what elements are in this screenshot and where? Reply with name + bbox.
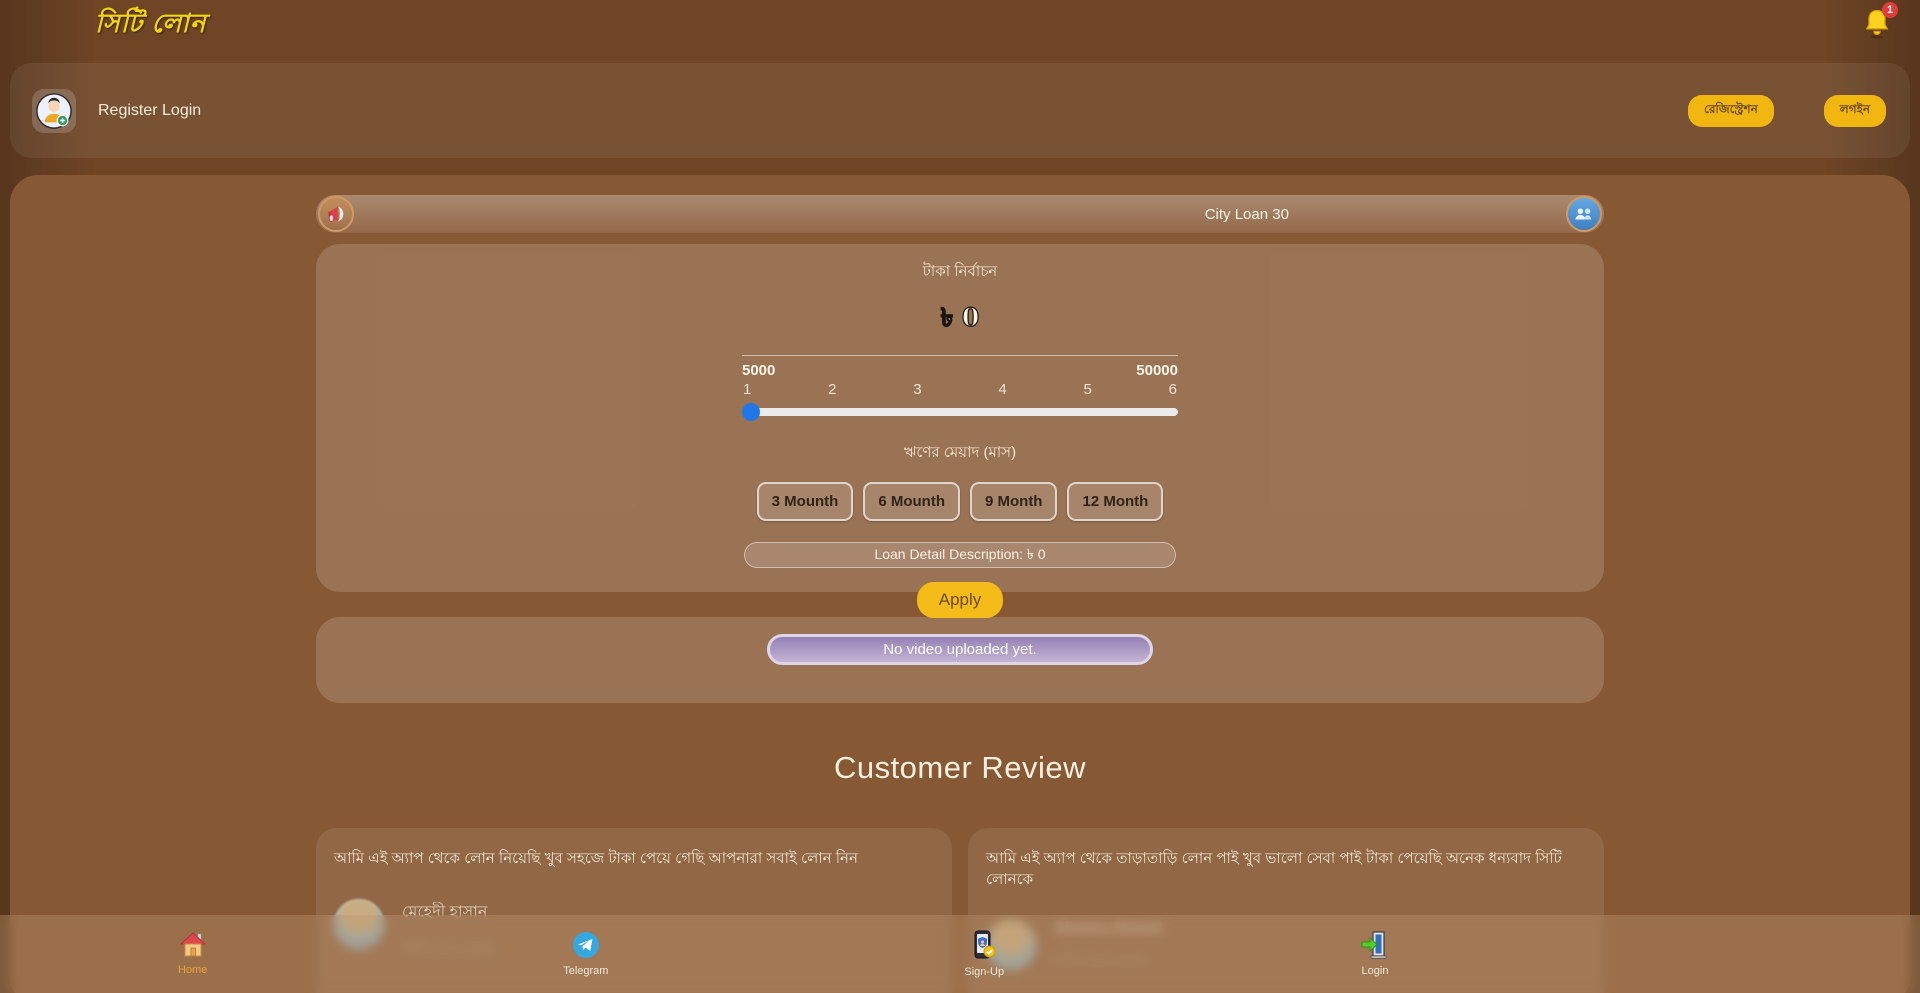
term-button-3[interactable]: 3 Mounth — [757, 482, 854, 521]
customer-review-title: Customer Review — [316, 750, 1604, 786]
nav-item-telegram[interactable]: Telegram — [563, 931, 608, 977]
step-label: 6 — [1169, 381, 1177, 398]
step-label: 4 — [998, 381, 1006, 398]
nav-item-home[interactable]: Home — [178, 932, 207, 976]
top-header: সিটি লোন 1 — [0, 0, 1920, 50]
register-login-label: Register Login — [98, 102, 201, 120]
marquee-text: City Loan 30 — [1205, 206, 1289, 223]
nav-label-home: Home — [178, 964, 207, 976]
notification-count-badge: 1 — [1882, 2, 1898, 18]
people-group-icon — [1573, 203, 1595, 225]
video-panel: No video uploaded yet. — [316, 617, 1604, 703]
amount-display: ৳ 0 — [941, 298, 980, 341]
step-label: 3 — [913, 381, 921, 398]
range-min-label: 5000 — [742, 362, 775, 379]
add-user-icon — [35, 92, 73, 130]
login-door-icon — [1360, 931, 1390, 959]
apply-button[interactable]: Apply — [917, 582, 1004, 618]
term-button-12[interactable]: 12 Month — [1067, 482, 1163, 521]
nav-item-signup[interactable]: Sign-Up — [964, 930, 1004, 978]
main-panel: City Loan 30 টাকা নির্বাচন ৳ 0 5000 — [10, 175, 1910, 993]
loan-detail-description: Loan Detail Description: ৳ 0 — [744, 542, 1176, 568]
nav-label-telegram: Telegram — [563, 965, 608, 977]
megaphone-icon — [325, 203, 347, 225]
announcement-icon-button[interactable] — [318, 196, 354, 232]
members-icon-button[interactable] — [1566, 196, 1602, 232]
step-label: 5 — [1084, 381, 1092, 398]
home-icon — [179, 932, 207, 958]
login-button[interactable]: লগইন — [1824, 95, 1886, 127]
review-text: আমি এই অ্যাপ থেকে তাড়াতাড়ি লোন পাই খুব… — [986, 848, 1586, 890]
step-labels: 1 2 3 4 5 6 — [742, 381, 1178, 398]
step-label: 1 — [743, 381, 751, 398]
register-bar: Register Login রেজিস্ট্রেশন লগইন — [10, 63, 1910, 158]
registration-button[interactable]: রেজিস্ট্রেশন — [1688, 95, 1774, 127]
bottom-nav: Home Telegram — [0, 915, 1920, 993]
range-max-label: 50000 — [1136, 362, 1178, 379]
nav-label-login: Login — [1362, 965, 1389, 977]
notice-marquee-bar: City Loan 30 — [316, 195, 1604, 233]
amount-slider[interactable] — [742, 408, 1178, 416]
register-avatar[interactable] — [32, 89, 76, 133]
notification-bell-button[interactable]: 1 — [1862, 8, 1896, 42]
loan-panel: টাকা নির্বাচন ৳ 0 5000 50000 1 2 3 4 5 6… — [316, 244, 1604, 592]
nav-label-signup: Sign-Up — [964, 966, 1004, 978]
review-text: আমি এই অ্যাপ থেকে লোন নিয়েছি খুব সহজে ট… — [334, 848, 934, 869]
telegram-icon — [572, 931, 600, 959]
term-title: ঋণের মেয়াদ (মাস) — [904, 441, 1016, 466]
term-button-9[interactable]: 9 Month — [970, 482, 1058, 521]
no-video-message: No video uploaded yet. — [767, 634, 1153, 665]
signup-phone-icon — [971, 930, 997, 960]
nav-item-login[interactable]: Login — [1360, 931, 1390, 977]
amount-slider-block: 5000 50000 1 2 3 4 5 6 — [742, 355, 1178, 421]
amount-select-title: টাকা নির্বাচন — [923, 260, 998, 285]
term-options-row: 3 Mounth 6 Mounth 9 Month 12 Month — [757, 482, 1164, 521]
term-button-6[interactable]: 6 Mounth — [863, 482, 960, 521]
app-logo: সিটি লোন — [95, 3, 206, 47]
step-label: 2 — [828, 381, 836, 398]
